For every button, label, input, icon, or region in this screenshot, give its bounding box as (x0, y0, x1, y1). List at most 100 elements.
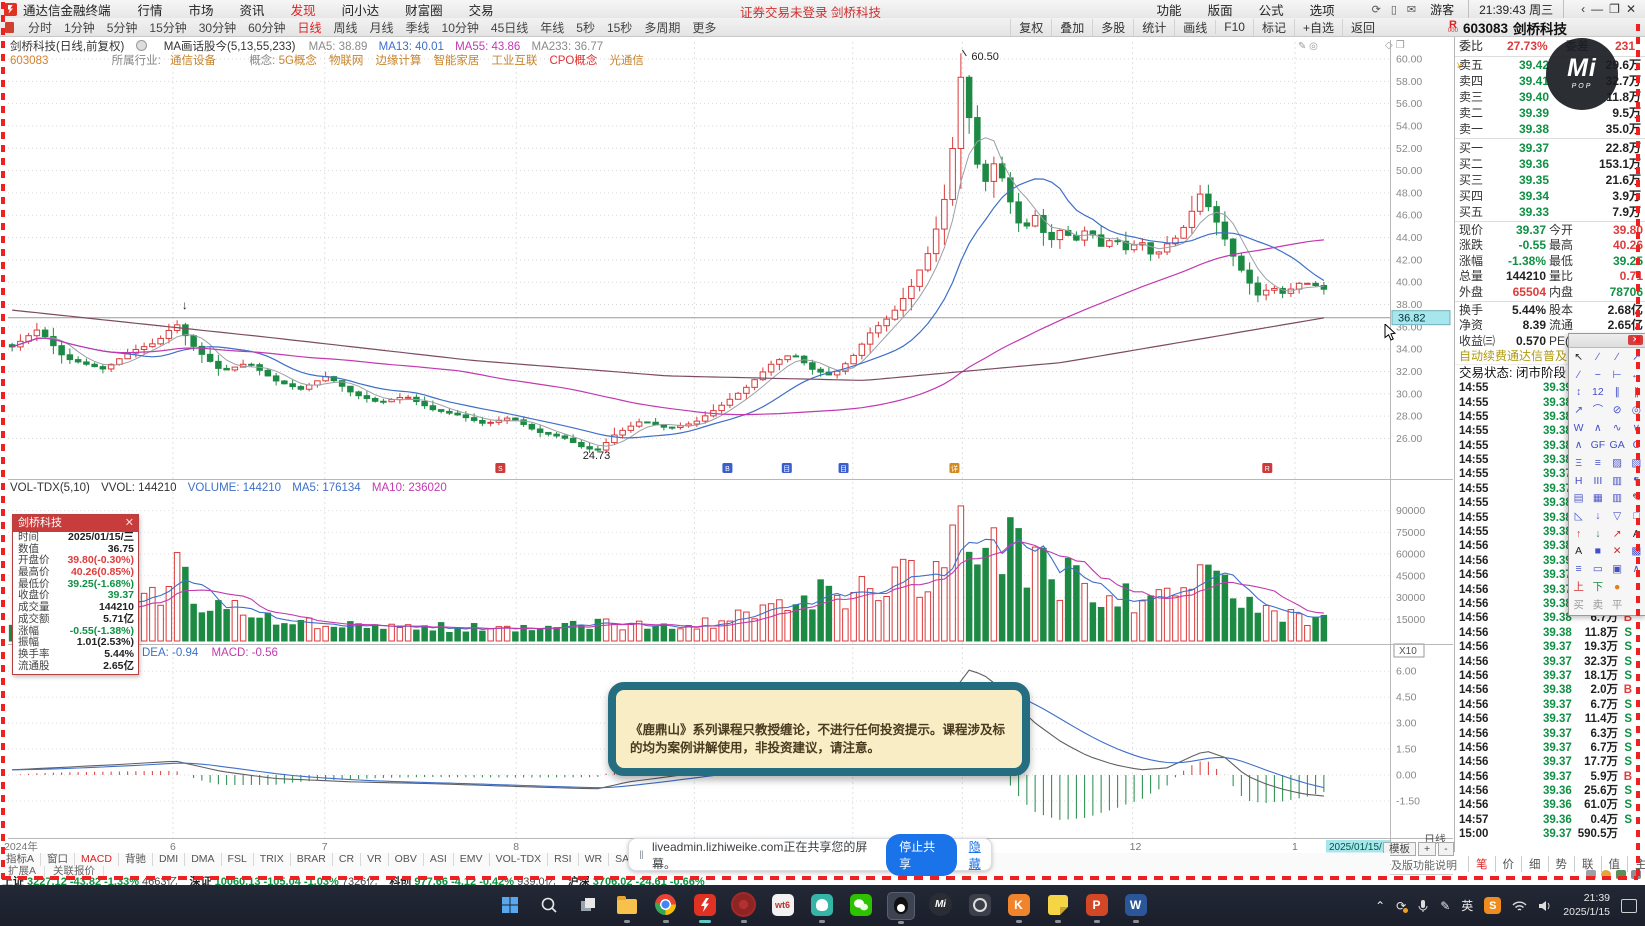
period-tab-更多[interactable]: 更多 (692, 21, 716, 35)
refresh-icon[interactable]: ⟳ (1372, 4, 1381, 16)
tray-clock[interactable]: 21:39 2025/1/15 (1563, 892, 1610, 918)
menu-item-资讯[interactable]: 资讯 (240, 4, 265, 18)
sogou-icon[interactable]: S (1484, 897, 1502, 914)
indicator-tab-DMI[interactable]: DMI (153, 853, 186, 866)
taskbar-app-mi[interactable]: Mi (928, 892, 954, 918)
menu-item-交易[interactable]: 交易 (469, 4, 494, 18)
concept-link[interactable]: 光通信 (609, 55, 644, 67)
period-tab-月线[interactable]: 月线 (370, 21, 394, 35)
period-tab-30分钟[interactable]: 30分钟 (199, 21, 236, 35)
draw-tool-icon[interactable]: 平 (1608, 596, 1627, 614)
maximize-button[interactable]: ❐ (1606, 2, 1623, 16)
draw-tool-icon[interactable]: ▥ (1608, 490, 1627, 508)
draw-tool-icon[interactable]: ∿ (1608, 419, 1627, 437)
indicator-tab-WR[interactable]: WR (579, 853, 610, 866)
draw-tool-icon[interactable]: 买 (1569, 596, 1588, 614)
draw-tool-icon[interactable]: ● (1608, 578, 1627, 596)
popup-close-icon[interactable]: ✕ (125, 515, 134, 532)
indicator-tab-VR[interactable]: VR (361, 853, 389, 866)
draw-tool-icon[interactable]: ↑ (1569, 525, 1588, 543)
taskbar-app-search[interactable] (536, 892, 562, 918)
indicator-tab-EMV[interactable]: EMV (454, 853, 490, 866)
taskbar-app-chrome[interactable] (653, 892, 679, 923)
taskbar-app-word[interactable]: W (1123, 892, 1149, 923)
draw-tool-icon[interactable]: ▦ (1588, 490, 1607, 508)
draw-tool-icon[interactable]: ↕ (1569, 383, 1588, 401)
action-叠加[interactable]: 叠加 (1051, 18, 1092, 36)
indicator-tab-DMA[interactable]: DMA (185, 853, 222, 866)
device-icon[interactable]: ▯ (1391, 4, 1397, 16)
indicator-tab-RSI[interactable]: RSI (548, 853, 579, 866)
indicator-tab-ASI[interactable]: ASI (424, 853, 454, 866)
concept-link[interactable]: 5G概念 (279, 55, 317, 67)
draw-tool-icon[interactable]: ↗ (1608, 525, 1627, 543)
tick-tab-价[interactable]: 价 (1494, 856, 1522, 872)
draw-tool-icon[interactable]: ⊢ (1608, 366, 1627, 384)
draw-tool-icon[interactable]: 12 (1588, 383, 1607, 401)
draw-tool-icon[interactable]: ▨ (1608, 454, 1627, 472)
taskbar-app-task[interactable] (575, 892, 601, 918)
draw-tool-icon[interactable]: GF (1588, 436, 1607, 454)
menu-item-行情[interactable]: 行情 (138, 4, 163, 18)
draw-tool-icon[interactable]: ∧ (1569, 436, 1588, 454)
indicator-tab-CR[interactable]: CR (333, 853, 362, 866)
period-tab-年线[interactable]: 年线 (540, 21, 564, 35)
draw-tool-icon[interactable]: − (1588, 366, 1607, 384)
notification-icon[interactable] (1621, 898, 1637, 913)
draw-tool-icon[interactable]: ↓ (1588, 525, 1607, 543)
period-tab-15分钟[interactable]: 15分钟 (149, 21, 186, 35)
pen-icon[interactable]: ✎ (1440, 899, 1450, 913)
taskbar-app-qq[interactable] (886, 891, 915, 924)
menu-item-市场[interactable]: 市场 (189, 4, 214, 18)
draw-tool-icon[interactable]: ▣ (1608, 560, 1627, 578)
draw-tool-icon[interactable]: ≡ (1569, 560, 1588, 578)
tray-expand-icon[interactable]: ⌃ (1375, 899, 1385, 913)
sync-icon[interactable]: ⟳ (1396, 899, 1409, 913)
draw-tool-icon[interactable]: ∥ (1608, 383, 1627, 401)
action-+自选[interactable]: +自选 (1293, 18, 1342, 36)
taskbar-app-start[interactable] (497, 892, 523, 918)
taskbar-app-redapp[interactable] (731, 892, 757, 923)
action-返回[interactable]: 返回 (1341, 18, 1383, 36)
menu-item-公式[interactable]: 公式 (1259, 4, 1284, 18)
draw-tool-icon[interactable]: ◺ (1569, 507, 1588, 525)
draw-tool-icon[interactable]: Ξ (1569, 454, 1588, 472)
draw-tool-icon[interactable]: ↓ (1588, 507, 1607, 525)
period-tab-45日线[interactable]: 45日线 (491, 21, 528, 35)
draw-tool-icon[interactable]: ∧ (1588, 419, 1607, 437)
stop-share-button[interactable]: 停止共享 (886, 833, 957, 876)
mail-icon[interactable]: ✉ (1407, 4, 1416, 16)
period-tab-1分钟[interactable]: 1分钟 (64, 21, 95, 35)
period-tab-60分钟[interactable]: 60分钟 (248, 21, 285, 35)
period-tab-5分钟[interactable]: 5分钟 (107, 21, 138, 35)
draw-tool-icon[interactable]: ↖ (1569, 348, 1588, 366)
indicator-tab-VOL-TDX[interactable]: VOL-TDX (490, 853, 549, 866)
draw-tool-icon[interactable]: A (1569, 543, 1588, 561)
minimize-button[interactable]: — (1588, 2, 1606, 16)
chart-corner-icons[interactable]: ✎ ◎ (1298, 41, 1318, 52)
draw-tool-icon[interactable]: ▤ (1569, 490, 1588, 508)
indicator-tab-背驰[interactable]: 背驰 (119, 853, 153, 866)
taskbar-app-wt6[interactable]: wt6 (770, 892, 796, 918)
indicator-tab-BRAR[interactable]: BRAR (291, 853, 333, 866)
draw-tool-icon[interactable]: ≡ (1588, 454, 1607, 472)
vol-indicator-name[interactable]: VOL-TDX(5,10) (10, 482, 90, 494)
taskbar-app-tealapp[interactable] (809, 892, 835, 923)
draw-tool-icon[interactable]: ▥ (1608, 472, 1627, 490)
draw-tool-icon[interactable]: ΙΙΙ (1588, 472, 1607, 490)
concept-link[interactable]: 工业互联 (491, 55, 537, 67)
taskbar-app-ppt[interactable]: P (1084, 892, 1110, 923)
action-统计[interactable]: 统计 (1133, 18, 1174, 36)
menu-item-版面[interactable]: 版面 (1208, 4, 1233, 18)
period-tab-5秒[interactable]: 5秒 (576, 21, 595, 35)
taskbar-app-cam[interactable] (967, 892, 993, 918)
draw-tool-icon[interactable]: ⊘ (1608, 401, 1627, 419)
menu-item-发现[interactable]: 发现 (291, 4, 316, 18)
draw-tool-icon[interactable]: 卖 (1588, 596, 1607, 614)
hide-share-link[interactable]: 隐藏 (969, 838, 991, 872)
draw-tool-icon[interactable]: GA (1608, 436, 1627, 454)
action-画线[interactable]: 画线 (1174, 18, 1215, 36)
concept-link[interactable]: CPO概念 (549, 55, 597, 67)
draw-tool-icon[interactable]: H (1569, 472, 1588, 490)
period-tab-日线[interactable]: 日线 (297, 21, 321, 35)
